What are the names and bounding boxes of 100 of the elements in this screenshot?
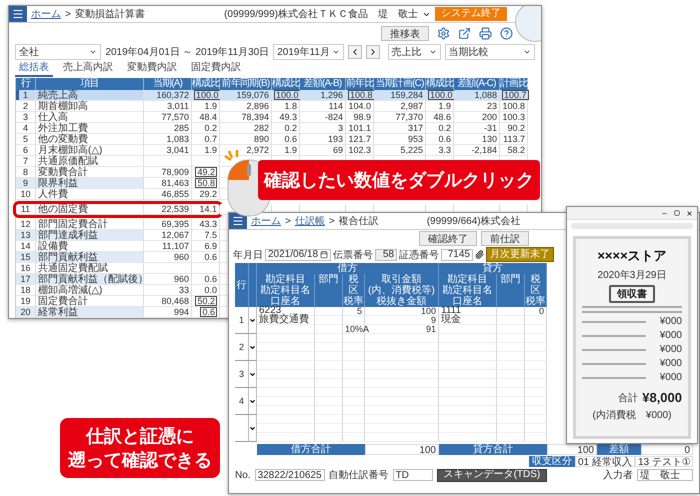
- column-header: 部門: [497, 274, 525, 307]
- caret-icon[interactable]: [249, 370, 256, 378]
- table-cell: 現金: [439, 316, 497, 325]
- row-number[interactable]: 6: [16, 145, 36, 156]
- table-cell: 0.2: [192, 123, 220, 134]
- table-cell: 0.2: [426, 123, 454, 134]
- row-number[interactable]: 9: [16, 178, 36, 189]
- division-select[interactable]: 全社: [15, 44, 102, 60]
- item-price: ¥000: [660, 372, 682, 383]
- table-cell: 90.2: [500, 123, 528, 134]
- close-icon[interactable]: [686, 210, 693, 216]
- date-field[interactable]: 2021/06/18: [265, 248, 331, 260]
- help-icon[interactable]: [500, 26, 513, 40]
- row-number[interactable]: 4: [16, 123, 36, 134]
- toolbar-button[interactable]: 前仕訳: [481, 230, 529, 246]
- table-cell: 159,284: [374, 90, 426, 101]
- table-cell: 0.6: [426, 134, 454, 145]
- row-number[interactable]: 20: [16, 307, 36, 318]
- table-cell: 121.7: [346, 134, 374, 145]
- column-header: 差額(A-C): [454, 78, 500, 90]
- row-number[interactable]: 10: [16, 189, 36, 200]
- row-label: 仕入高: [36, 112, 144, 123]
- row-number: 4: [235, 388, 249, 415]
- credit-total-label: 貸方合計: [439, 444, 547, 454]
- row-number: 1: [235, 307, 249, 334]
- callout-text: 確認したい数値をダブルクリック: [264, 168, 534, 192]
- column-header: 計画比: [500, 78, 528, 90]
- settings-icon[interactable]: [437, 26, 450, 40]
- breadcrumb-separator: >: [65, 8, 71, 20]
- menu-button[interactable]: [229, 213, 247, 229]
- table-cell: 104.0: [346, 101, 374, 112]
- table-cell: 14.1: [192, 204, 220, 215]
- report-tab[interactable]: 固定費内訳: [187, 60, 245, 77]
- report-tab[interactable]: 変動費内訳: [123, 60, 181, 77]
- row-number[interactable]: 16: [16, 263, 36, 274]
- export-icon[interactable]: [458, 26, 471, 40]
- column-header: 勘定科目 勘定科目名 口座名: [439, 274, 497, 307]
- row-label: 部門達成利益: [36, 230, 144, 241]
- print-icon[interactable]: [479, 26, 492, 40]
- table-cell: 160,372: [144, 90, 192, 101]
- comparison-select[interactable]: 当期比較: [444, 44, 535, 60]
- table-cell: 2,896: [220, 101, 272, 112]
- caret-icon[interactable]: [249, 424, 256, 432]
- total-amount: ¥8,000: [642, 390, 682, 405]
- row-number[interactable]: 8: [16, 167, 36, 178]
- previous-button[interactable]: [348, 45, 362, 59]
- row-label: 部門貢献利益: [36, 252, 144, 263]
- table-cell: 3: [300, 123, 346, 134]
- next-button[interactable]: [366, 45, 380, 59]
- row-number[interactable]: 2: [16, 101, 36, 112]
- row-number[interactable]: 5: [16, 134, 36, 145]
- column-header: 前年比: [346, 78, 374, 90]
- row-number[interactable]: 3: [16, 112, 36, 123]
- row-number[interactable]: 17: [16, 274, 36, 285]
- row-number[interactable]: 18: [16, 285, 36, 296]
- item-line: [582, 362, 646, 364]
- table-cell: 0.6: [192, 252, 220, 263]
- caret-icon[interactable]: [249, 398, 256, 404]
- table-cell: 1,083: [144, 134, 192, 145]
- caret-icon: [523, 48, 531, 56]
- row-number[interactable]: 7: [16, 156, 36, 167]
- row-number[interactable]: 13: [16, 230, 36, 241]
- scan-data-button[interactable]: スキャンデータ(TDS): [436, 468, 548, 482]
- transition-button[interactable]: 推移表: [381, 26, 429, 40]
- table-cell: 48.4: [192, 112, 220, 123]
- column-header: 税 区 税率: [525, 274, 547, 307]
- row-number[interactable]: 12: [16, 219, 36, 230]
- row-number[interactable]: 11: [16, 204, 36, 215]
- credit-total: 100: [547, 444, 597, 454]
- table-cell: 2,972: [220, 145, 272, 156]
- table-cell: 50.8: [192, 178, 220, 189]
- caret-icon[interactable]: [249, 316, 256, 324]
- toolbar-button[interactable]: 確認終了: [419, 230, 477, 246]
- category-field[interactable]: 01 経常収入: [575, 456, 635, 466]
- voucher-field[interactable]: 7145: [441, 248, 473, 260]
- date-label: 年月日: [233, 248, 263, 262]
- table-cell: 48.6: [426, 112, 454, 123]
- home-link[interactable]: ホーム: [251, 214, 281, 228]
- maximize-icon[interactable]: [674, 210, 680, 216]
- home-link[interactable]: ホーム: [31, 7, 61, 21]
- tag-field[interactable]: 13 テスト①: [635, 456, 693, 466]
- column-header: 差額(A-B): [300, 78, 346, 90]
- ratio-select[interactable]: 売上比: [388, 44, 441, 60]
- table-cell: 50.2: [192, 296, 220, 307]
- ledger-link[interactable]: 仕訳帳: [294, 214, 325, 228]
- row-number[interactable]: 14: [16, 241, 36, 252]
- row-number[interactable]: 19: [16, 296, 36, 307]
- row-number[interactable]: 1: [16, 90, 36, 101]
- menu-button[interactable]: [9, 6, 27, 22]
- user-menu[interactable]: (09999/999)株式会社ＴＫＣ食品 堤 敬士: [224, 7, 418, 21]
- caret-icon[interactable]: [249, 344, 256, 350]
- period-range: 2019年04月01日 ～ 2019年11月30日: [105, 46, 270, 59]
- month-select[interactable]: 2019年11月: [273, 44, 344, 60]
- row-number[interactable]: 15: [16, 252, 36, 263]
- table-cell: 1,296: [300, 90, 346, 101]
- table-cell: 0: [525, 307, 547, 316]
- slip-field[interactable]: 58: [375, 248, 397, 260]
- column-header: 構成比: [272, 78, 300, 90]
- caret-icon: [428, 48, 437, 56]
- report-tab[interactable]: 売上高内訳: [59, 60, 117, 77]
